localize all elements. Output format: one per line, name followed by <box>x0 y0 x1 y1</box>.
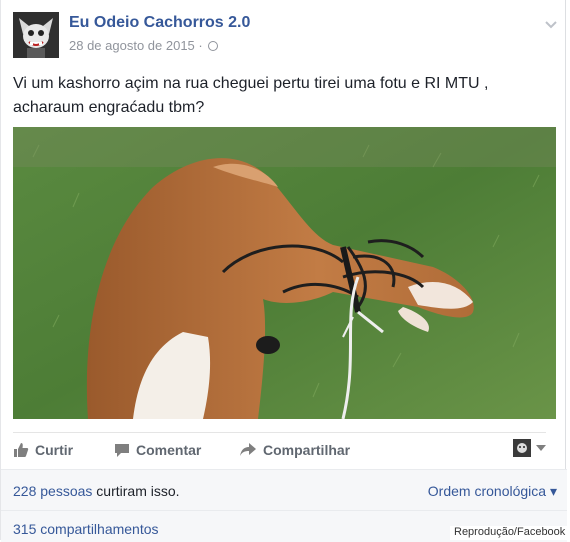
likes-count-link[interactable]: 228 pessoas <box>13 483 92 499</box>
post-as-selector[interactable] <box>513 439 546 457</box>
comment-icon <box>115 444 129 457</box>
order-arrow-icon: ▾ <box>549 483 557 499</box>
cartoon-dog-mini-icon <box>513 439 531 457</box>
post-meta: 28 de agosto de 2015 · <box>69 38 219 53</box>
post-header: Eu Odeio Cachorros 2.0 28 de agosto de 2… <box>13 12 558 62</box>
post-text-line2: acharaum engraćadu tbm? <box>13 99 205 116</box>
post-card: Eu Odeio Cachorros 2.0 28 de agosto de 2… <box>0 0 567 542</box>
chevron-down-icon[interactable] <box>544 18 558 32</box>
share-button[interactable]: Compartilhar <box>239 442 350 458</box>
post-text-line1: Vi um kashorro açim na rua cheguei pertu… <box>13 75 489 92</box>
post-date[interactable]: 28 de agosto de 2015 <box>69 38 195 53</box>
likes-summary: 228 pessoas curtiram isso. <box>13 483 180 499</box>
order-label: Ordem cronológica <box>427 483 547 499</box>
share-arrow-icon <box>240 443 256 456</box>
shares-count-link[interactable]: 315 compartilhamentos <box>13 521 159 537</box>
divider <box>1 510 567 511</box>
like-button[interactable]: Curtir <box>13 442 73 458</box>
caret-down-icon <box>536 445 546 451</box>
likes-suffix: curtiram isso. <box>96 483 180 499</box>
thumbs-up-icon <box>14 443 29 457</box>
globe-icon <box>208 41 219 51</box>
post-text: Vi um kashorro açim na rua cheguei pertu… <box>13 72 543 120</box>
share-label: Compartilhar <box>263 442 351 458</box>
comment-order-dropdown[interactable]: Ordem cronológica ▾ <box>428 483 557 500</box>
post-actions: Curtir Comentar Compartilhar <box>13 432 546 471</box>
page-name-link[interactable]: Eu Odeio Cachorros 2.0 <box>69 14 250 32</box>
cartoon-dog-icon <box>13 12 59 58</box>
photo-credit: Reprodução/Facebook <box>450 526 570 540</box>
dog-photo-image <box>13 127 556 419</box>
comment-button[interactable]: Comentar <box>114 442 201 458</box>
mini-avatar <box>513 439 531 457</box>
comment-label: Comentar <box>136 442 202 458</box>
meta-separator: · <box>198 38 203 53</box>
page-avatar[interactable] <box>13 12 59 58</box>
post-photo[interactable] <box>13 127 556 419</box>
like-label: Curtir <box>35 442 74 458</box>
